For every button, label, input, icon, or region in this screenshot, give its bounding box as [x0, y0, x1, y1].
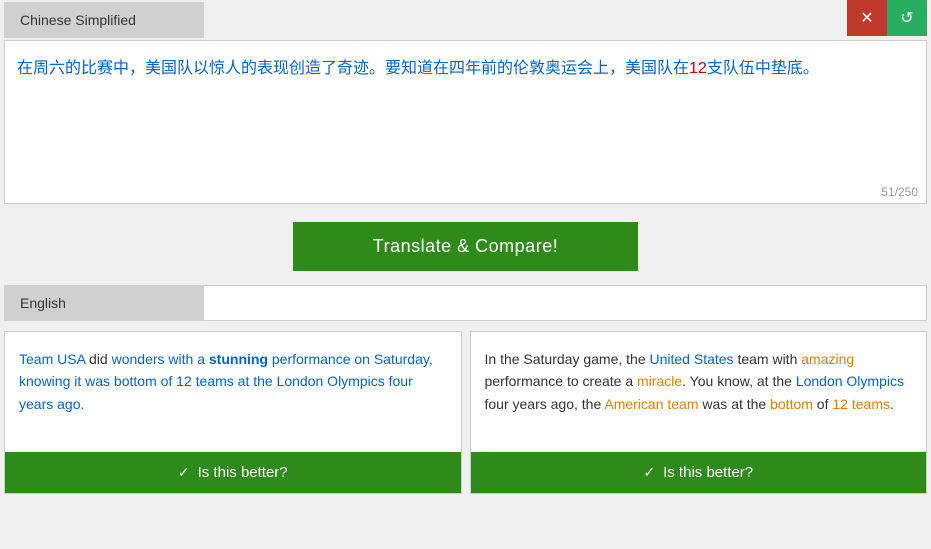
card2-period: .	[890, 396, 894, 412]
target-lang-bar: English	[4, 283, 927, 323]
card2-years: four years ago, the	[485, 396, 605, 412]
chinese-text-number: 12	[689, 60, 707, 77]
card-1-text: Team USA did wonders with a stunning per…	[5, 332, 461, 452]
card2-team: team with	[734, 351, 802, 367]
is-better-label-2: Is this better?	[663, 464, 753, 481]
source-lang-text: Chinese Simplified	[20, 12, 136, 28]
is-better-button-1[interactable]: ✓ Is this better?	[5, 452, 461, 493]
is-better-label-1: Is this better?	[198, 464, 288, 481]
card2-you: . You know, at the	[682, 373, 796, 389]
check-icon-2: ✓	[643, 464, 655, 481]
card2-us: United States	[650, 351, 734, 367]
card2-london: London Olympics	[796, 373, 904, 389]
translate-section: Translate & Compare!	[0, 212, 931, 283]
chinese-text-part2: 支队伍中垫底。	[707, 60, 819, 77]
refresh-icon: ↺	[900, 8, 913, 28]
refresh-button[interactable]: ↺	[887, 0, 927, 36]
card-2-text: In the Saturday game, the United States …	[471, 332, 927, 452]
char-count: 51/250	[5, 181, 926, 203]
top-controls: ✕ ↺	[847, 0, 927, 36]
card2-12: 12 teams	[832, 396, 890, 412]
chinese-text-part1: 在周六的比赛中，美国队以惊人的表现创造了奇迹。要知道在四年前的伦敦奥运会上，美国…	[17, 60, 689, 77]
translate-compare-button[interactable]: Translate & Compare!	[293, 222, 638, 271]
card1-did: did	[89, 351, 112, 367]
card2-of: of	[813, 396, 832, 412]
close-button[interactable]: ✕	[847, 0, 887, 36]
card1-team-usa: Team USA	[19, 351, 89, 367]
top-section: Chinese Simplified ✕ ↺ 在周六的比赛中，美国队以惊人的表现…	[0, 0, 931, 212]
card2-perf: performance to create a	[485, 373, 638, 389]
lang-bar-spacer	[204, 2, 927, 38]
bottom-section: English Team USA did wonders with a stun…	[0, 283, 931, 502]
card2-amazing: amazing	[801, 351, 854, 367]
translation-card-1: Team USA did wonders with a stunning per…	[4, 331, 462, 494]
app-container: Chinese Simplified ✕ ↺ 在周六的比赛中，美国队以惊人的表现…	[0, 0, 931, 502]
is-better-button-2[interactable]: ✓ Is this better?	[471, 452, 927, 493]
target-lang-label: English	[4, 285, 204, 321]
card2-miracle: miracle	[637, 373, 682, 389]
source-lang-bar: Chinese Simplified ✕ ↺	[4, 0, 927, 40]
target-lang-text: English	[20, 295, 66, 311]
check-icon-1: ✓	[178, 464, 190, 481]
card1-stunning: stunning	[209, 351, 268, 367]
card2-american: American team	[604, 396, 698, 412]
card2-bottom: bottom	[770, 396, 813, 412]
card2-intro: In the Saturday game, the	[485, 351, 650, 367]
chinese-input-area: 在周六的比赛中，美国队以惊人的表现创造了奇迹。要知道在四年前的伦敦奥运会上，美国…	[4, 40, 927, 204]
card2-was: was at the	[699, 396, 771, 412]
card1-wonders: wonders with a	[112, 351, 209, 367]
target-lang-spacer	[204, 285, 927, 321]
output-cards: Team USA did wonders with a stunning per…	[4, 331, 927, 494]
close-icon: ✕	[860, 8, 873, 28]
source-lang-label: Chinese Simplified	[4, 2, 204, 38]
translation-card-2: In the Saturday game, the United States …	[470, 331, 928, 494]
chinese-text-display[interactable]: 在周六的比赛中，美国队以惊人的表现创造了奇迹。要知道在四年前的伦敦奥运会上，美国…	[5, 41, 926, 181]
